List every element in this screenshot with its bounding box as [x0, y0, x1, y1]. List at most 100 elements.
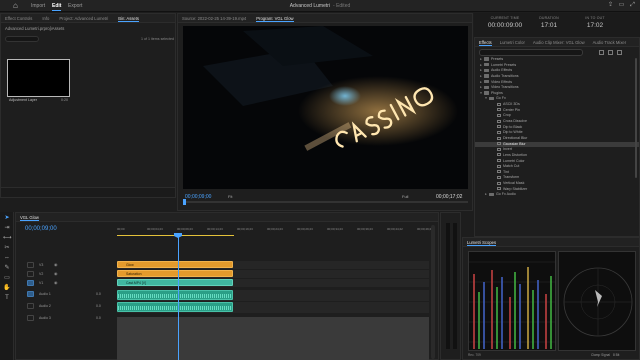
bit-depth-select[interactable]: 8 Bit: [613, 353, 619, 357]
ripple-edit-icon[interactable]: ⟷: [3, 234, 12, 242]
quick-export-icon[interactable]: ⇪: [607, 2, 614, 9]
time-ruler[interactable]: 00;00 00;00;04;23 00;00;09;23 00;00;14;23 00…: [117, 226, 440, 236]
track-target-toggle[interactable]: [27, 291, 34, 297]
ruler-tick-label: 00;00;19;23: [237, 227, 253, 231]
folder-icon: [489, 192, 494, 197]
effect-icon: [497, 164, 501, 168]
effects-item[interactable]: ▸ Go Fx Audio: [475, 192, 639, 198]
track-target-toggle[interactable]: [27, 262, 34, 268]
tab-lumetri-color[interactable]: Lumetri Color: [500, 40, 525, 45]
video-track-lane[interactable]: Glow: [117, 261, 429, 269]
effects-item-label: ASCII 3Ds: [503, 102, 520, 107]
track-level[interactable]: 0.0: [96, 316, 101, 320]
audio-track-lane[interactable]: [117, 302, 429, 313]
effects-item-label: Cross Dissolve: [503, 119, 527, 124]
ruler-tick-label: 00;00;04;23: [147, 227, 163, 231]
track-target-toggle[interactable]: [27, 315, 34, 321]
effects-item-label: Video Transitions: [491, 85, 519, 90]
track-level[interactable]: 0.0: [96, 292, 101, 296]
adjustment-layer-label: Adjustment Layer: [9, 98, 37, 102]
track-target-toggle[interactable]: [27, 303, 34, 309]
type-icon[interactable]: T: [3, 294, 11, 302]
pen-icon[interactable]: ✎: [3, 264, 11, 272]
effects-search-input[interactable]: [479, 49, 583, 56]
audio-track-lane[interactable]: [117, 290, 429, 301]
tab-audio-track-mixer[interactable]: Audio Track Mixer: [593, 40, 627, 45]
effects-item-label: Crop: [503, 113, 511, 118]
accelerated-effects-icon[interactable]: [599, 50, 604, 55]
timecode-header: CURRENT TIME 00:00:09:00 DURATION 17:01 …: [474, 13, 640, 37]
tab-bin-assets[interactable]: Bin: Assets: [118, 15, 139, 22]
in-out-value: 17:02: [586, 22, 604, 29]
audio-clip[interactable]: [117, 290, 233, 300]
selection-tool-icon[interactable]: ➤: [3, 214, 11, 222]
eye-icon[interactable]: ◉: [54, 280, 60, 285]
window-icon[interactable]: ▭: [618, 2, 625, 9]
track-select-icon[interactable]: ⇥: [3, 224, 11, 232]
program-video-frame[interactable]: [183, 26, 468, 189]
bin-search-input[interactable]: [5, 36, 39, 42]
ruler-tick-label: 00;00: [117, 227, 125, 231]
tab-source[interactable]: Source: 2022-02-25 14-39-19.mp4: [182, 16, 246, 21]
zoom-select[interactable]: Fit: [228, 194, 232, 199]
yuv-effects-icon[interactable]: [617, 50, 622, 55]
effects-scrollbar[interactable]: [635, 58, 637, 178]
tab-program[interactable]: Program: VGL Glow: [256, 15, 294, 22]
effects-item-label: Lens Distortion: [503, 152, 527, 157]
ruler-tick-label: 00;00;39;23: [357, 227, 373, 231]
effects-item-label: Audio Transitions: [491, 73, 519, 78]
tab-lumetri-scopes[interactable]: Lumetri Scopes: [467, 239, 497, 246]
tab-effects[interactable]: Effects: [479, 39, 492, 46]
track-target-toggle[interactable]: [27, 280, 34, 286]
video-clip[interactable]: Glow: [117, 261, 233, 268]
tab-project[interactable]: Project: Advanced Lumetri: [59, 16, 108, 21]
timeline-playhead[interactable]: [178, 236, 179, 360]
tools-panel: ➤ ⇥ ⟷ ✂ ⇔ ✎ ▭ ✋ T: [0, 212, 14, 360]
program-timecode[interactable]: 00;00;09;00: [185, 194, 211, 200]
tab-audio-clip-mixer[interactable]: Audio Clip Mixer: VGL Glow: [533, 40, 585, 45]
program-scrubber[interactable]: [183, 199, 468, 205]
timeline-scrollbar[interactable]: [431, 225, 435, 359]
current-time-value: 00:00:09:00: [487, 22, 523, 29]
tab-sequence[interactable]: VGL Glow: [20, 214, 39, 221]
video-track-header: V2 ◉: [16, 270, 116, 278]
track-level[interactable]: 0.0: [96, 304, 101, 308]
program-playhead[interactable]: [183, 199, 186, 205]
rectangle-icon[interactable]: ▭: [3, 274, 11, 282]
effects-panel: Effects Lumetri Color Audio Clip Mixer: …: [474, 37, 640, 237]
track-target-toggle[interactable]: [27, 271, 34, 277]
vectorscope-graph: [563, 267, 633, 337]
razor-icon[interactable]: ✂: [3, 244, 11, 252]
folder-icon: [484, 68, 489, 73]
eye-icon[interactable]: ◉: [54, 262, 60, 267]
video-clip[interactable]: Saturation: [117, 270, 233, 277]
effect-icon: [497, 136, 501, 140]
program-monitor: Source: 2022-02-25 14-39-19.mp4 Program:…: [177, 13, 473, 219]
folder-icon: [484, 57, 489, 61]
project-title-text: Advanced Lumetri: [289, 3, 331, 9]
track-id: V2: [39, 272, 44, 276]
effects-item-label: Transform: [503, 175, 520, 180]
neon-sign-image: [203, 26, 458, 151]
video-track-lane[interactable]: Cast.MP4 [V]: [117, 279, 429, 287]
top-bar: ⌂ Import Edit Export Advanced Lumetri - E…: [0, 0, 640, 12]
video-clip[interactable]: Cast.MP4 [V]: [117, 279, 233, 286]
hand-icon[interactable]: ✋: [3, 284, 11, 292]
audio-clip[interactable]: [117, 302, 233, 312]
effects-item-label: Tint: [503, 169, 509, 174]
adjustment-layer-thumbnail[interactable]: [7, 59, 70, 97]
video-track-lane[interactable]: Saturation: [117, 270, 429, 278]
resolution-select[interactable]: Full: [402, 194, 408, 199]
scope-colorspace[interactable]: Rec. 709: [468, 353, 481, 357]
effect-icon: [497, 170, 501, 174]
32bit-effects-icon[interactable]: [608, 50, 613, 55]
meter-right: [453, 223, 457, 349]
tab-effect-controls[interactable]: Effect Controls: [5, 16, 32, 21]
clamp-signal-toggle[interactable]: Clamp Signal: [591, 353, 610, 357]
slip-icon[interactable]: ⇔: [3, 254, 11, 262]
timeline-timecode[interactable]: 00;00;09;00: [25, 226, 57, 232]
eye-icon[interactable]: ◉: [54, 271, 60, 276]
effects-item-label: Gaussian Blur: [503, 141, 526, 146]
expand-icon[interactable]: ⤢: [629, 2, 636, 9]
tab-info[interactable]: Info: [42, 16, 49, 21]
